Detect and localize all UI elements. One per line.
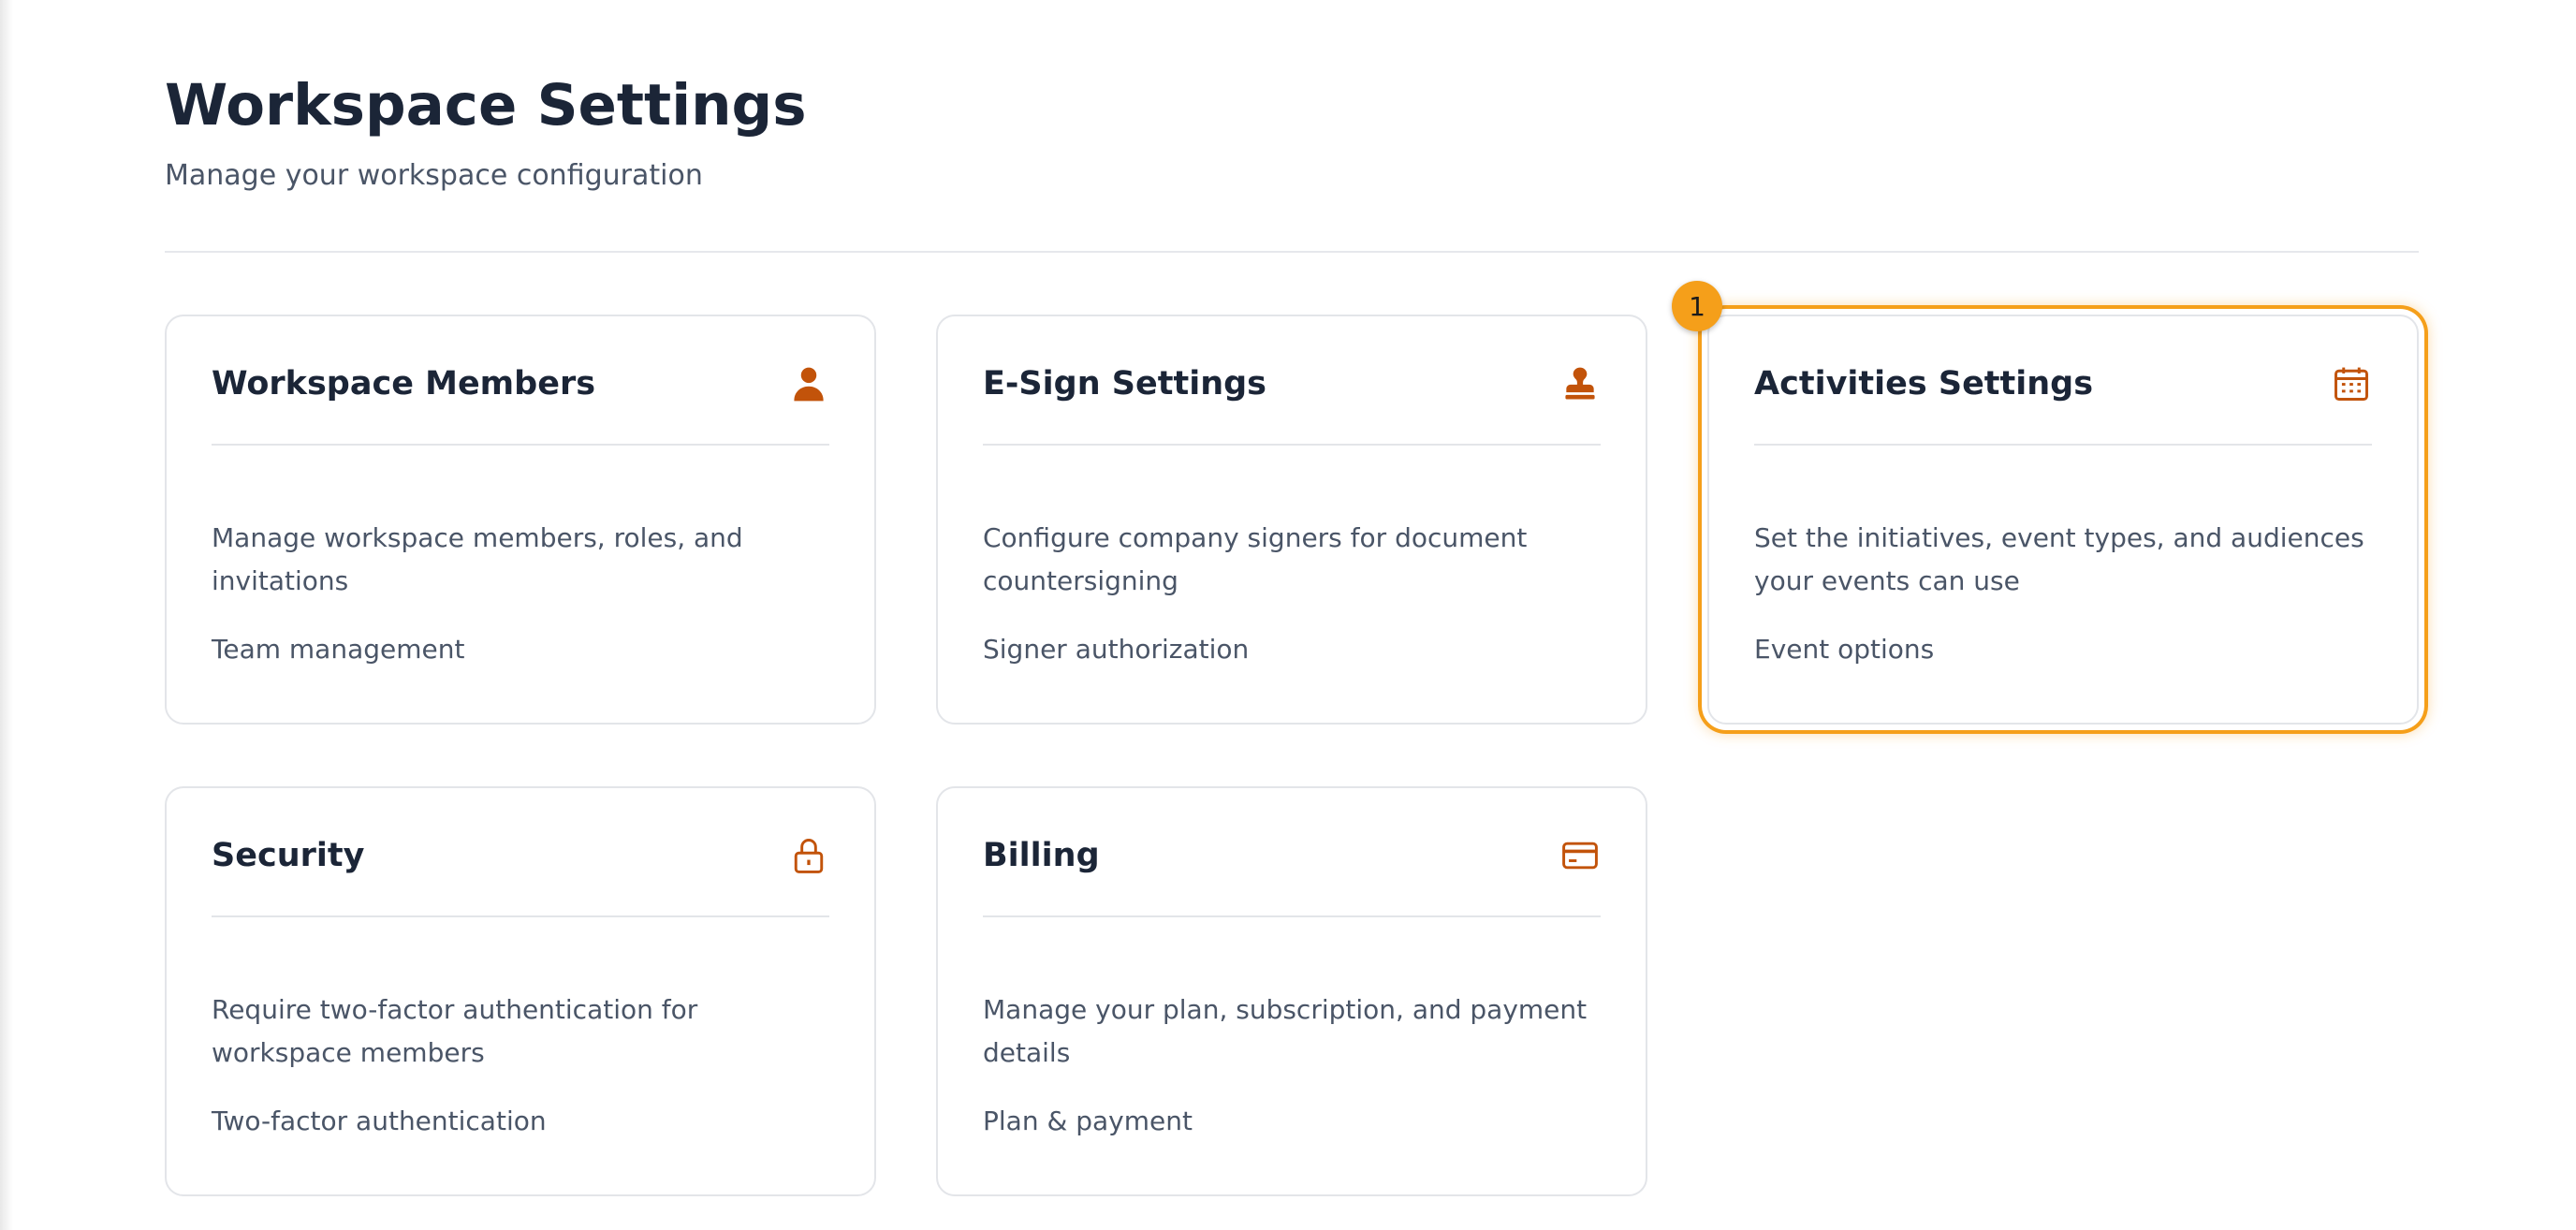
card-meta: Team management xyxy=(212,634,465,665)
credit-card-icon xyxy=(1559,835,1601,876)
card-meta: Two-factor authentication xyxy=(212,1106,547,1136)
person-icon xyxy=(788,363,829,404)
card-meta: Signer authorization xyxy=(983,634,1250,665)
card-description: Manage workspace members, roles, and inv… xyxy=(212,522,743,596)
step-number-badge: 1 xyxy=(1672,281,1722,331)
card-description: Manage your plan, subscription, and paym… xyxy=(983,994,1588,1068)
card-meta: Plan & payment xyxy=(983,1106,1193,1136)
lock-icon xyxy=(788,835,829,876)
card-header: Billing xyxy=(983,788,1601,917)
card-header: Security xyxy=(212,788,829,917)
workspace-members-card[interactable]: Workspace Members Manage workspace membe… xyxy=(165,315,876,725)
card-title: E-Sign Settings xyxy=(983,365,1267,403)
card-meta: Event options xyxy=(1754,634,1935,665)
card-title: Billing xyxy=(983,837,1100,874)
activities-settings-card[interactable]: Activities Settings Set the initiatives,… xyxy=(1707,315,2419,725)
page-subtitle: Manage your workspace configuration xyxy=(165,159,703,192)
sidebar-edge-shadow xyxy=(0,0,13,1230)
card-description: Require two-factor authentication for wo… xyxy=(212,994,698,1068)
card-header: Activities Settings xyxy=(1754,316,2372,446)
card-title: Security xyxy=(212,837,365,874)
card-header: E-Sign Settings xyxy=(983,316,1601,446)
page-header: Workspace Settings Manage your workspace… xyxy=(165,69,2419,195)
card-description: Configure company signers for document c… xyxy=(983,522,1528,596)
card-title: Activities Settings xyxy=(1754,365,2094,403)
card-description: Set the initiatives, event types, and au… xyxy=(1754,522,2364,596)
esign-settings-card[interactable]: E-Sign Settings Configure company signer… xyxy=(936,315,1647,725)
card-header: Workspace Members xyxy=(212,316,829,446)
page-title: Workspace Settings xyxy=(165,72,807,139)
header-divider xyxy=(165,251,2419,253)
security-card[interactable]: Security Require two-factor authenticati… xyxy=(165,786,876,1196)
settings-page: Workspace Settings Manage your workspace… xyxy=(0,0,2576,1230)
calendar-icon xyxy=(2331,363,2372,404)
billing-card[interactable]: Billing Manage your plan, subscription, … xyxy=(936,786,1647,1196)
stamp-icon xyxy=(1559,363,1601,404)
card-title: Workspace Members xyxy=(212,365,596,403)
